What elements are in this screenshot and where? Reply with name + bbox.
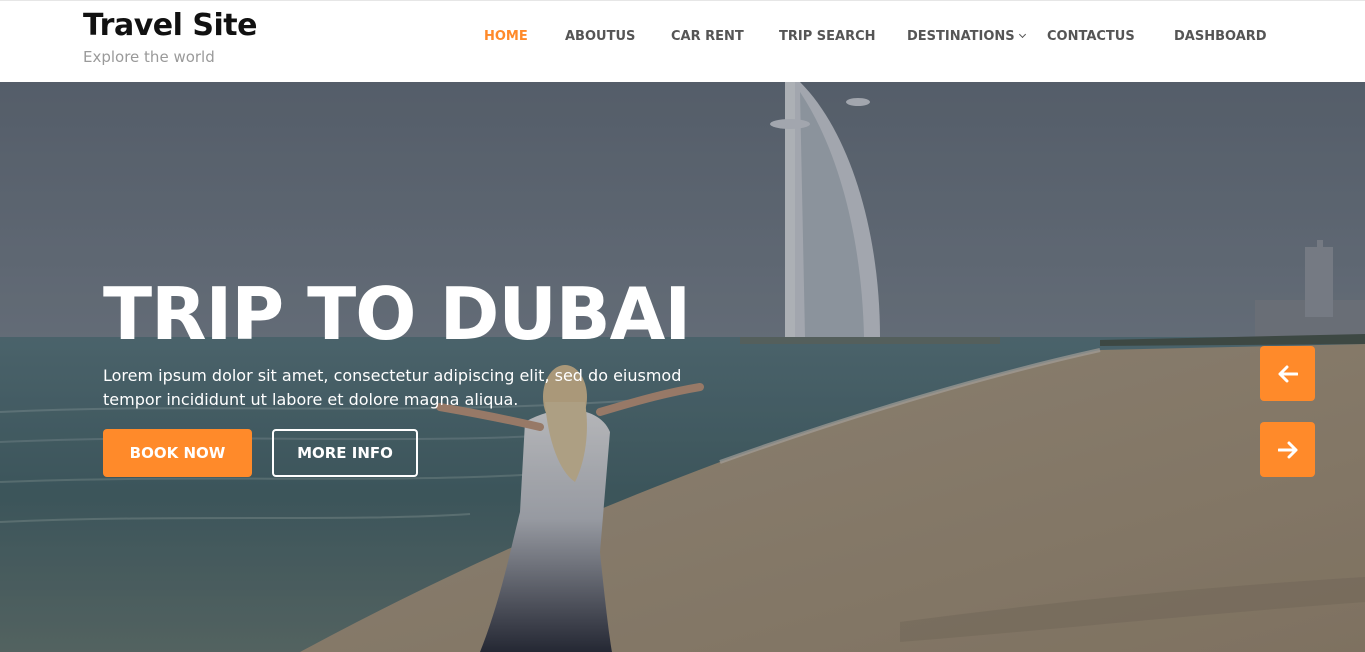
main-nav: HOME ABOUTUS CAR RENT TRIP SEARCH DESTIN… (0, 29, 1365, 49)
chevron-down-icon (1018, 30, 1026, 39)
nav-item-home[interactable]: HOME (484, 29, 528, 44)
nav-item-trip-search[interactable]: TRIP SEARCH (779, 29, 876, 44)
nav-item-car-rent[interactable]: CAR RENT (671, 29, 744, 44)
site-header: Travel Site Explore the world HOME ABOUT… (0, 0, 1365, 82)
slider-next-button[interactable] (1260, 422, 1315, 477)
nav-item-destinations[interactable]: DESTINATIONS (907, 29, 1026, 44)
hero-slider: TRIP TO DUBAI Lorem ipsum dolor sit amet… (0, 82, 1365, 652)
book-now-button[interactable]: BOOK NOW (103, 429, 252, 477)
arrow-right-icon (1277, 441, 1297, 458)
slider-prev-button[interactable] (1260, 346, 1315, 401)
nav-item-contactus[interactable]: CONTACTUS (1047, 29, 1135, 44)
site-tagline: Explore the world (83, 48, 215, 66)
more-info-button[interactable]: MORE INFO (272, 429, 418, 477)
arrow-left-icon (1278, 365, 1298, 382)
nav-item-destinations-label: DESTINATIONS (907, 29, 1015, 44)
hero-title: TRIP TO DUBAI (103, 272, 691, 356)
nav-item-aboutus[interactable]: ABOUTUS (565, 29, 635, 44)
nav-item-dashboard[interactable]: DASHBOARD (1174, 29, 1267, 44)
hero-description: Lorem ipsum dolor sit amet, consectetur … (103, 366, 682, 409)
